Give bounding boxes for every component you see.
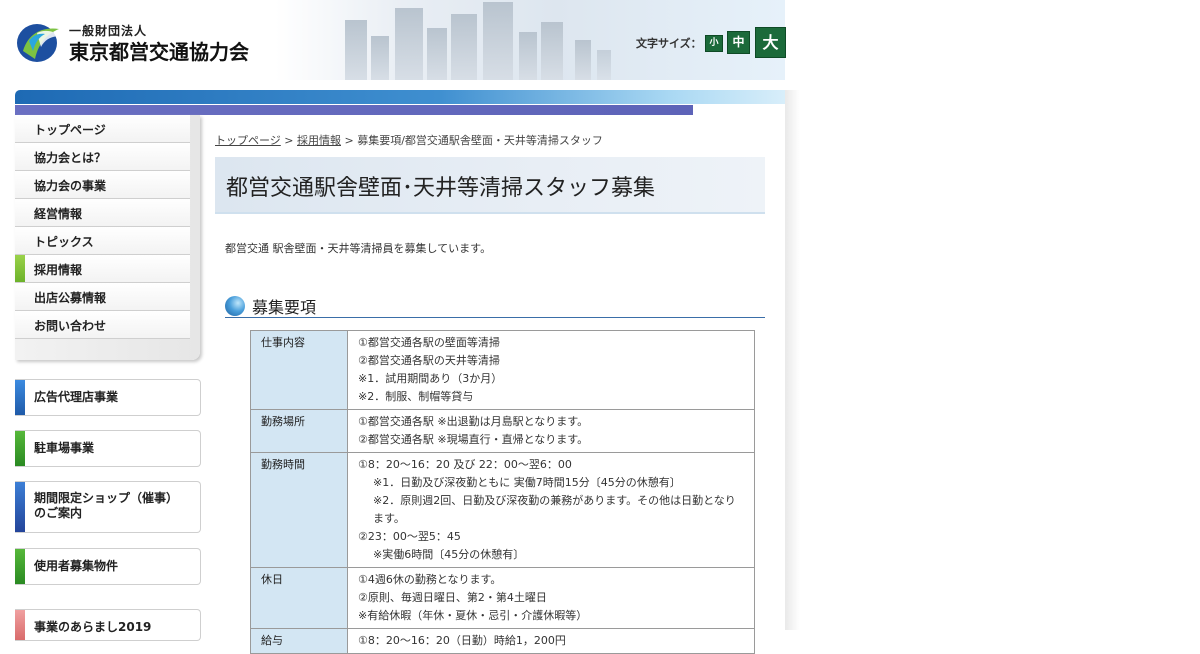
nav-item-label: お問い合わせ	[34, 319, 107, 333]
site-logo[interactable]: 一般財団法人 東京都営交通協力会	[15, 20, 255, 64]
banner-label: 期間限定ショップ（催事） のご案内	[34, 491, 178, 521]
font-size-label: 文字サイズ：	[636, 37, 702, 50]
header-accent-bar	[15, 105, 693, 115]
banner-parking[interactable]: 駐車場事業	[15, 430, 201, 467]
cell-line: ※有給休暇（年休・夏休・忌引・介護休暇等）	[358, 609, 588, 622]
row-value-holiday: ①4週6休の勤務となります。 ②原則、毎週日曜日、第2・第4土曜日 ※有給休暇（…	[347, 567, 755, 629]
row-value-salary: ①8：20～16：20（日勤）時給1，200円	[347, 628, 755, 654]
nav-item-label: 出店公募情報	[34, 291, 107, 305]
banner-label-line2: のご案内	[34, 506, 83, 520]
banner-stripe	[15, 380, 25, 415]
table-row: 勤務時間 ①8：20～16：20 及び 22：00～翌6：00 ※1．日勤及び深…	[250, 452, 755, 568]
breadcrumb-separator: >	[280, 134, 297, 147]
breadcrumb-link-recruit[interactable]: 採用情報	[297, 134, 341, 147]
banner-stripe	[15, 431, 25, 466]
nav-item-label: 経営情報	[34, 207, 83, 221]
cell-line: ①8：20～16：20（日勤）時給1，200円	[358, 634, 566, 647]
banner-property[interactable]: 使用者募集物件	[15, 548, 201, 585]
nav-item-label: 採用情報	[34, 263, 83, 277]
nav-item-management[interactable]: 経営情報	[15, 199, 190, 227]
row-value-hours: ①8：20～16：20 及び 22：00～翌6：00 ※1．日勤及び深夜勤ともに…	[347, 452, 755, 568]
breadcrumb-link-top[interactable]: トップページ	[215, 134, 281, 147]
nav-item-recruit[interactable]: 採用情報	[15, 255, 190, 283]
page-title: 都営交通駅舎壁面･天井等清掃スタッフ募集	[226, 176, 656, 201]
cell-line: ①都営交通各駅 ※出退勤は月島駅となります。	[358, 415, 589, 428]
nav-item-about[interactable]: 協力会とは？	[15, 143, 190, 171]
banner-label: 使用者募集物件	[34, 559, 119, 573]
cell-line: ②都営交通各駅 ※現場直行・直帰となります。	[358, 433, 589, 446]
cell-line: ①4週6休の勤務となります。	[358, 573, 502, 586]
cell-line: ※1．日勤及び深夜勤ともに 実働7時間15分〔45分の休憩有〕	[373, 476, 681, 489]
cell-line: ※2．原則週2回、日勤及び深夜勤の兼務があります。その他は日勤となります。	[373, 494, 736, 525]
row-header-hours: 勤務時間	[250, 452, 348, 568]
row-value-job: ①都営交通各駅の壁面等清掃 ②都営交通各駅の天井等清掃 ※1．試用期間あり（3か…	[347, 330, 755, 410]
cell-line: ①8：20～16：20 及び 22：00～翌6：00	[358, 458, 572, 471]
banner-stripe	[15, 482, 25, 532]
cell-line: ②23：00～翌5：45	[358, 530, 461, 543]
banner-label: 駐車場事業	[34, 441, 95, 455]
banner-label-line1: 期間限定ショップ（催事）	[34, 491, 179, 505]
table-row: 仕事内容 ①都営交通各駅の壁面等清掃 ②都営交通各駅の天井等清掃 ※1．試用期間…	[250, 330, 755, 410]
cell-line: ※実働6時間〔45分の休憩有〕	[373, 548, 525, 561]
font-size-small-button[interactable]: 小	[705, 35, 723, 52]
nav-item-top[interactable]: トップページ	[15, 115, 190, 143]
nav-item-topics[interactable]: トピックス	[15, 227, 190, 255]
nav-item-label: トップページ	[34, 123, 106, 137]
row-header-holiday: 休日	[250, 567, 348, 629]
cell-line: ②原則、毎週日曜日、第2・第4土曜日	[358, 591, 547, 604]
cell-line: ※2．制服、制帽等貸与	[358, 390, 474, 403]
logo-mark-icon	[17, 24, 61, 62]
header-bar	[15, 90, 785, 104]
sphere-bullet-icon	[225, 296, 245, 316]
site-header: 一般財団法人 東京都営交通協力会 文字サイズ： 小 中 大	[0, 0, 786, 80]
cell-line: ①都営交通各駅の壁面等清掃	[358, 336, 500, 349]
row-value-place: ①都営交通各駅 ※出退勤は月島駅となります。 ②都営交通各駅 ※現場直行・直帰と…	[347, 409, 755, 453]
row-header-place: 勤務場所	[250, 409, 348, 453]
nav-item-business[interactable]: 協力会の事業	[15, 171, 190, 199]
font-size-large-button[interactable]: 大	[755, 27, 786, 58]
nav-item-label: 協力会とは？	[34, 151, 107, 165]
breadcrumb-separator: >	[341, 134, 358, 147]
row-header-job: 仕事内容	[250, 330, 348, 410]
table-row: 休日 ①4週6休の勤務となります。 ②原則、毎週日曜日、第2・第4土曜日 ※有給…	[250, 567, 755, 629]
nav-item-contact[interactable]: お問い合わせ	[15, 311, 190, 339]
table-row: 給与 ①8：20～16：20（日勤）時給1，200円	[250, 628, 755, 654]
banner-overview-2019[interactable]: 事業のあらまし2019	[15, 609, 201, 641]
font-size-medium-button[interactable]: 中	[727, 31, 750, 54]
section-heading: 募集要項	[225, 293, 765, 318]
requirements-table: 仕事内容 ①都営交通各駅の壁面等清掃 ②都営交通各駅の天井等清掃 ※1．試用期間…	[250, 330, 755, 654]
banner-label: 広告代理店事業	[34, 390, 119, 404]
content-shadow	[785, 90, 800, 630]
banner-advertising[interactable]: 広告代理店事業	[15, 379, 201, 416]
breadcrumb: トップページ > 採用情報 > 募集要項/都営交通駅舎壁面・天井等清掃スタッフ	[215, 132, 603, 148]
section-title: 募集要項	[252, 298, 317, 317]
banner-limited-shop[interactable]: 期間限定ショップ（催事） のご案内	[15, 481, 201, 533]
breadcrumb-current: 募集要項/都営交通駅舎壁面・天井等清掃スタッフ	[357, 134, 603, 147]
nav-item-tenant[interactable]: 出店公募情報	[15, 283, 190, 311]
cell-line: ②都営交通各駅の天井等清掃	[358, 354, 500, 367]
side-navigation: トップページ 協力会とは？ 協力会の事業 経営情報 トピックス 採用情報 出店公…	[15, 115, 200, 360]
banner-stripe	[15, 549, 25, 584]
banner-label: 事業のあらまし2019	[34, 620, 152, 634]
table-row: 勤務場所 ①都営交通各駅 ※出退勤は月島駅となります。 ②都営交通各駅 ※現場直…	[250, 409, 755, 453]
row-header-salary: 給与	[250, 628, 348, 654]
page-title-box: 都営交通駅舎壁面･天井等清掃スタッフ募集	[215, 157, 765, 214]
intro-text: 都営交通 駅舎壁面・天井等清掃員を募集しています。	[225, 242, 492, 255]
org-name: 東京都営交通協力会	[69, 40, 249, 64]
cell-line: ※1．試用期間あり（3か月）	[358, 372, 503, 385]
banner-stripe	[15, 610, 25, 640]
nav-item-label: 協力会の事業	[34, 179, 107, 193]
nav-item-label: トピックス	[34, 235, 94, 249]
